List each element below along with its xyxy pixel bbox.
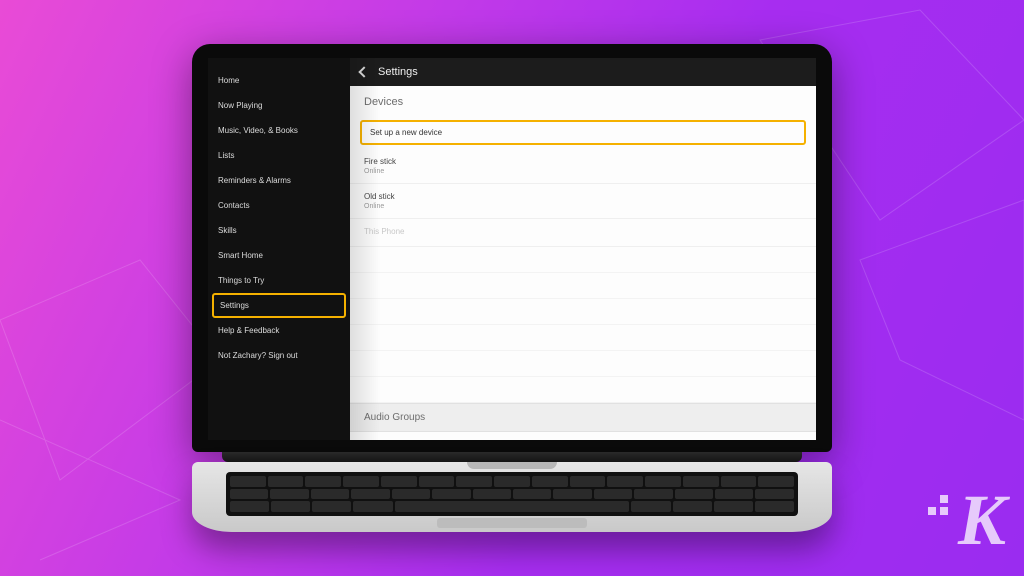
sidebar-item-smart-home[interactable]: Smart Home — [208, 243, 350, 268]
sidebar-item-now-playing[interactable]: Now Playing — [208, 93, 350, 118]
page-title: Settings — [378, 66, 418, 78]
sidebar: Home Now Playing Music, Video, & Books L… — [208, 58, 350, 440]
sidebar-item-sign-out[interactable]: Not Zachary? Sign out — [208, 343, 350, 368]
screen-bezel: Home Now Playing Music, Video, & Books L… — [192, 44, 832, 452]
sidebar-item-settings[interactable]: Settings — [212, 293, 346, 318]
sidebar-item-home[interactable]: Home — [208, 68, 350, 93]
sidebar-item-lists[interactable]: Lists — [208, 143, 350, 168]
laptop-mockup: Home Now Playing Music, Video, & Books L… — [192, 44, 832, 532]
laptop-base — [192, 462, 832, 532]
device-row[interactable]: This Phone — [350, 219, 816, 247]
device-name: Fire stick — [364, 157, 802, 166]
topbar: Settings — [350, 58, 816, 86]
sidebar-item-contacts[interactable]: Contacts — [208, 193, 350, 218]
device-name: Old stick — [364, 192, 802, 201]
back-icon[interactable] — [358, 66, 369, 77]
device-row[interactable]: Old stick Online — [350, 184, 816, 219]
sidebar-item-skills[interactable]: Skills — [208, 218, 350, 243]
app-screen: Home Now Playing Music, Video, & Books L… — [208, 58, 816, 440]
sidebar-item-music-video-books[interactable]: Music, Video, & Books — [208, 118, 350, 143]
watermark-logo: K — [958, 479, 1002, 562]
audio-groups-section-title: Audio Groups — [350, 403, 816, 432]
laptop-notch — [467, 462, 557, 469]
laptop-hinge — [222, 452, 802, 462]
laptop-trackpad — [437, 518, 587, 528]
watermark-dots-icon — [928, 495, 948, 515]
sidebar-item-things-to-try[interactable]: Things to Try — [208, 268, 350, 293]
device-status: Online — [364, 168, 802, 175]
content: Devices Set up a new device Fire stick O… — [350, 86, 816, 440]
device-status: Online — [364, 203, 802, 210]
watermark-letter: K — [958, 480, 1002, 560]
device-name: This Phone — [364, 227, 802, 236]
sidebar-item-reminders-alarms[interactable]: Reminders & Alarms — [208, 168, 350, 193]
laptop-keyboard — [226, 472, 798, 516]
device-row[interactable]: Fire stick Online — [350, 149, 816, 184]
audio-group-row[interactable]: Multi-Room Music — [350, 432, 816, 440]
empty-rows — [350, 247, 816, 403]
main-panel: Settings Devices Set up a new device Fir… — [350, 58, 816, 440]
setup-new-device-row[interactable]: Set up a new device — [360, 120, 806, 145]
devices-section-title: Devices — [350, 86, 816, 114]
sidebar-item-help-feedback[interactable]: Help & Feedback — [208, 318, 350, 343]
